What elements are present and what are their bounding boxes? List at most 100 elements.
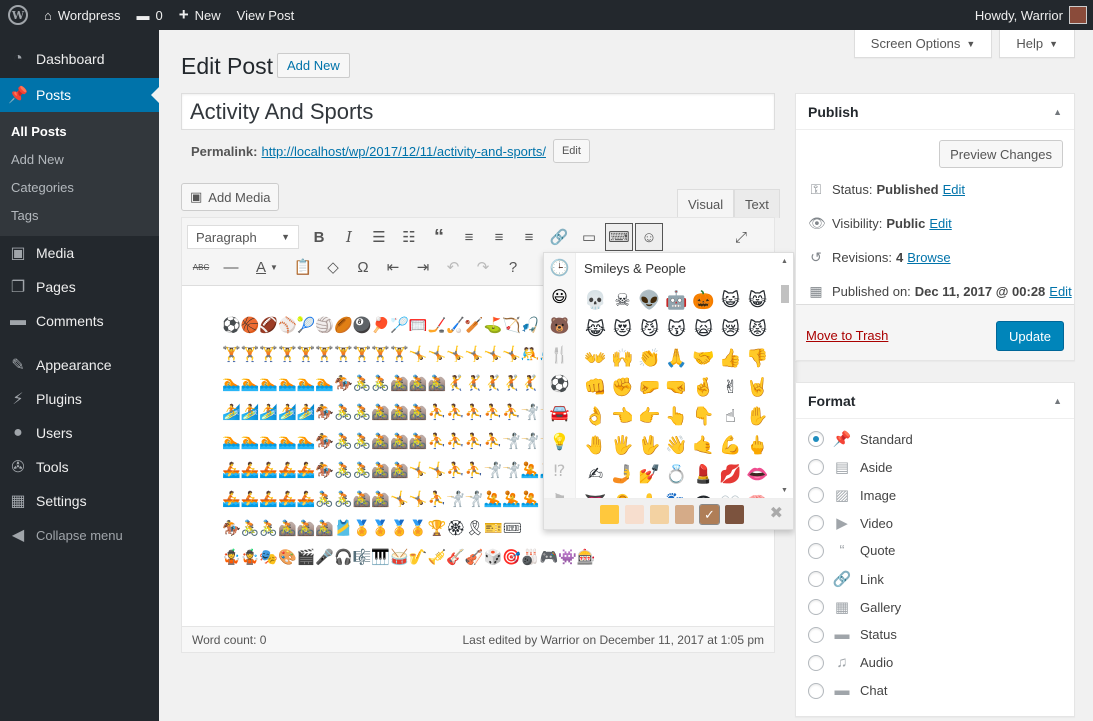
- emoji-item[interactable]: 👄: [744, 460, 771, 489]
- skin-tone-swatch[interactable]: [675, 504, 694, 524]
- strikethrough-button[interactable]: ABC: [187, 253, 215, 281]
- undo-button[interactable]: ↶: [439, 253, 467, 281]
- new-content-menu[interactable]: + New: [171, 0, 229, 30]
- emoji-item[interactable]: ✊: [609, 373, 636, 402]
- emoji-item[interactable]: 😽: [663, 315, 690, 344]
- emoji-item[interactable]: 💍: [663, 460, 690, 489]
- emoji-item[interactable]: 💋: [717, 460, 744, 489]
- format-radio[interactable]: [808, 515, 824, 531]
- emoji-item[interactable]: 👉: [636, 402, 663, 431]
- emoji-item[interactable]: 🤳: [609, 460, 636, 489]
- emoji-item[interactable]: 😼: [636, 315, 663, 344]
- sidebar-item-posts[interactable]: 📌 Posts: [0, 78, 159, 112]
- keyboard-shortcuts-button[interactable]: ?: [499, 253, 527, 281]
- format-option-standard[interactable]: 📌 Standard: [808, 430, 913, 448]
- animal-icon[interactable]: 🐻: [544, 311, 575, 340]
- format-radio[interactable]: [808, 682, 824, 699]
- tab-text[interactable]: Text: [734, 189, 780, 218]
- travel-icon[interactable]: 🚘: [544, 398, 575, 427]
- numbered-list-button[interactable]: ☷: [395, 223, 423, 251]
- align-left-button[interactable]: ≡: [455, 223, 483, 251]
- emoji-item[interactable]: ✋: [744, 402, 771, 431]
- collapse-arrow-icon[interactable]: ▲: [1053, 107, 1062, 117]
- add-media-button[interactable]: ▣ Add Media: [181, 183, 280, 211]
- scroll-thumb[interactable]: [781, 285, 789, 303]
- emoji-item[interactable]: 👽: [636, 286, 663, 315]
- emoji-item[interactable]: 👆: [663, 402, 690, 431]
- emoji-item[interactable]: 🖕: [744, 431, 771, 460]
- format-option-audio[interactable]: ♫ Audio: [808, 654, 893, 671]
- format-option-image[interactable]: ▨ Image: [808, 486, 896, 504]
- status-edit-link[interactable]: Edit: [943, 182, 965, 197]
- emoji-scrollbar[interactable]: ▲ ▼: [780, 258, 790, 494]
- format-radio[interactable]: [808, 571, 824, 587]
- post-title-input[interactable]: Activity And Sports: [181, 93, 775, 130]
- emoji-item[interactable]: 💅: [636, 460, 663, 489]
- add-new-button[interactable]: Add New: [277, 53, 350, 78]
- collapse-menu-button[interactable]: ◀ Collapse menu: [0, 518, 159, 552]
- sidebar-item-comments[interactable]: ▬ Comments: [0, 304, 159, 338]
- horizontal-line-button[interactable]: —: [217, 253, 245, 281]
- sidebar-item-dashboard[interactable]: ◔ Dashboard: [0, 42, 159, 76]
- emoji-item[interactable]: ☠: [609, 286, 636, 315]
- clear-formatting-button[interactable]: ◇: [319, 253, 347, 281]
- emoji-item[interactable]: ☝: [717, 402, 744, 431]
- format-option-aside[interactable]: ▤ Aside: [808, 458, 893, 476]
- sidebar-item-pages[interactable]: ❐ Pages: [0, 270, 159, 304]
- skin-tone-swatch[interactable]: [650, 504, 669, 524]
- object-icon[interactable]: 💡: [544, 427, 575, 456]
- help-button[interactable]: Help ▼: [999, 30, 1075, 58]
- emoji-item[interactable]: 🙀: [690, 315, 717, 344]
- format-radio[interactable]: [808, 431, 824, 447]
- emoji-item[interactable]: 😹: [582, 315, 609, 344]
- emoji-item[interactable]: 👊: [582, 373, 609, 402]
- emoji-item[interactable]: ✍: [582, 460, 609, 489]
- emoji-item[interactable]: 😻: [609, 315, 636, 344]
- preview-changes-button[interactable]: Preview Changes: [939, 140, 1063, 168]
- skin-tone-swatch[interactable]: [625, 504, 644, 524]
- blockquote-button[interactable]: “: [425, 223, 453, 251]
- format-radio[interactable]: [808, 599, 824, 615]
- emoji-item[interactable]: 👎: [744, 344, 771, 373]
- my-account-menu[interactable]: Howdy, Warrior: [967, 0, 1093, 30]
- symbol-icon[interactable]: ⁉: [544, 456, 575, 485]
- format-radio[interactable]: [808, 459, 824, 475]
- align-center-button[interactable]: ≡: [485, 223, 513, 251]
- toolbar-toggle-button[interactable]: ⌨: [605, 223, 633, 251]
- emoji-item[interactable]: 🙌: [609, 344, 636, 373]
- emoji-item[interactable]: 💀: [582, 286, 609, 315]
- recent-icon[interactable]: 🕒: [544, 253, 575, 282]
- format-option-status[interactable]: ▬ Status: [808, 626, 897, 643]
- outdent-button[interactable]: ⇤: [379, 253, 407, 281]
- special-character-button[interactable]: Ω: [349, 253, 377, 281]
- sidebar-item-settings[interactable]: ▦ Settings: [0, 484, 159, 518]
- emoji-item[interactable]: 💄: [690, 460, 717, 489]
- collapse-arrow-icon[interactable]: ▲: [1053, 396, 1062, 406]
- skin-tone-swatch[interactable]: [725, 504, 744, 524]
- align-right-button[interactable]: ≡: [515, 223, 543, 251]
- update-button[interactable]: Update: [996, 321, 1064, 351]
- emoji-item[interactable]: 🤙: [690, 431, 717, 460]
- format-option-gallery[interactable]: ▦ Gallery: [808, 598, 901, 616]
- emoji-item[interactable]: 😿: [717, 315, 744, 344]
- text-color-button[interactable]: A ▼: [247, 253, 287, 281]
- read-more-button[interactable]: ▭: [575, 223, 603, 251]
- permalink-url[interactable]: http://localhost/wp/2017/12/11/activity-…: [261, 144, 545, 159]
- italic-button[interactable]: I: [335, 223, 363, 251]
- fullscreen-button[interactable]: ⤢: [727, 223, 755, 251]
- emoji-item[interactable]: 👌: [582, 402, 609, 431]
- submenu-all-posts[interactable]: All Posts: [0, 118, 159, 146]
- emoji-item[interactable]: 👐: [582, 344, 609, 373]
- emoji-item[interactable]: 🤞: [690, 373, 717, 402]
- submenu-categories[interactable]: Categories: [0, 174, 159, 202]
- emoji-item[interactable]: 🤚: [582, 431, 609, 460]
- emoji-item[interactable]: 🙏: [663, 344, 690, 373]
- comments-menu[interactable]: ▬ 0: [128, 0, 170, 30]
- bold-button[interactable]: B: [305, 223, 333, 251]
- emoji-button[interactable]: ☺: [635, 223, 663, 251]
- tab-visual[interactable]: Visual: [677, 189, 735, 218]
- site-name-menu[interactable]: ⌂ Wordpress: [36, 0, 128, 30]
- emoji-item[interactable]: 😸: [744, 286, 771, 315]
- emoji-item[interactable]: 👏: [636, 344, 663, 373]
- emoji-item[interactable]: 🎃: [690, 286, 717, 315]
